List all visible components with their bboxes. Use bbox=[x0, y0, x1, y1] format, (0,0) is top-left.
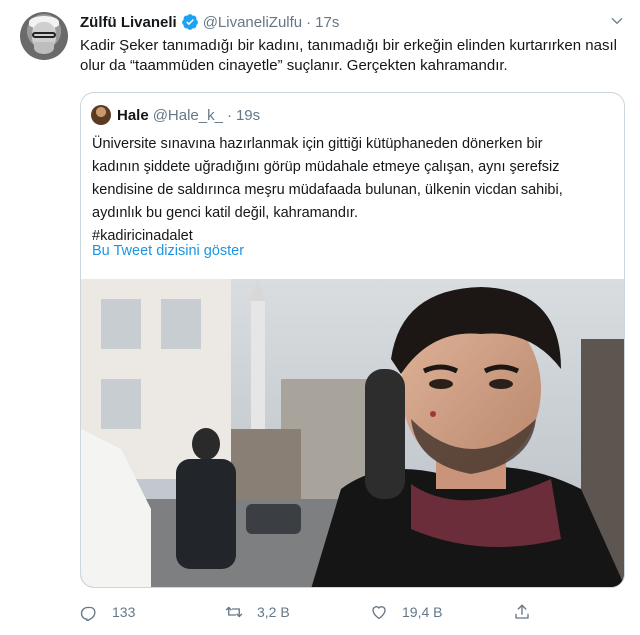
like-icon bbox=[372, 606, 386, 620]
quoted-tweet[interactable]: Hale @Hale_k_ · 19s Üniversite sınavına … bbox=[80, 92, 625, 588]
retweet-icon bbox=[225, 606, 243, 618]
tweet[interactable]: Zülfü Livaneli @LivaneliZulfu · 17s Kadi… bbox=[0, 0, 640, 635]
reply-count: 133 bbox=[112, 604, 136, 620]
quoted-text: Üniversite sınavına hazırlanmak için git… bbox=[92, 133, 617, 248]
quoted-author-name[interactable]: Hale bbox=[117, 107, 149, 124]
quoted-author-handle[interactable]: @Hale_k_ bbox=[153, 107, 223, 124]
reply-icon bbox=[80, 606, 96, 621]
quoted-text-line: Üniversite sınavına hazırlanmak için git… bbox=[92, 136, 543, 152]
quoted-text-line: aydınlık bu genci katil değil, kahramand… bbox=[92, 205, 358, 221]
quoted-header: Hale @Hale_k_ · 19s bbox=[117, 105, 260, 125]
share-icon bbox=[515, 604, 529, 619]
quoted-text-line: kadının şiddete uğradığını görüp müdahal… bbox=[92, 159, 560, 175]
tweet-header: Zülfü Livaneli @LivaneliZulfu · 17s bbox=[80, 12, 339, 32]
tweet-actions: 133 3,2 B 19,4 B bbox=[80, 603, 620, 625]
separator-dot: · bbox=[306, 13, 312, 31]
tweet-text: Kadir Şeker tanımadığı bir kadını, tanım… bbox=[80, 37, 617, 74]
retweet-count: 3,2 B bbox=[257, 604, 290, 620]
quoted-separator-dot: · bbox=[226, 106, 232, 124]
verified-badge-icon bbox=[181, 14, 198, 30]
caret-down-icon[interactable] bbox=[610, 14, 624, 28]
reply-button[interactable]: 133 bbox=[80, 603, 135, 621]
retweet-button[interactable]: 3,2 B bbox=[225, 603, 290, 621]
share-button[interactable] bbox=[513, 603, 545, 621]
author-name[interactable]: Zülfü Livaneli bbox=[80, 14, 177, 31]
like-count: 19,4 B bbox=[402, 604, 443, 620]
quoted-photo[interactable] bbox=[81, 279, 624, 587]
quoted-timestamp[interactable]: 19s bbox=[236, 107, 260, 124]
like-button[interactable]: 19,4 B bbox=[370, 603, 442, 621]
author-handle[interactable]: @LivaneliZulfu bbox=[203, 14, 302, 31]
author-avatar[interactable] bbox=[20, 12, 68, 60]
show-thread-link[interactable]: Bu Tweet dizisini göster bbox=[92, 243, 244, 259]
photo-illustration bbox=[81, 279, 624, 587]
tweet-timestamp[interactable]: 17s bbox=[315, 14, 339, 31]
quoted-author-avatar[interactable] bbox=[91, 105, 111, 125]
quoted-text-line: kendisine de saldırınca meşru müdafaada … bbox=[92, 182, 563, 198]
